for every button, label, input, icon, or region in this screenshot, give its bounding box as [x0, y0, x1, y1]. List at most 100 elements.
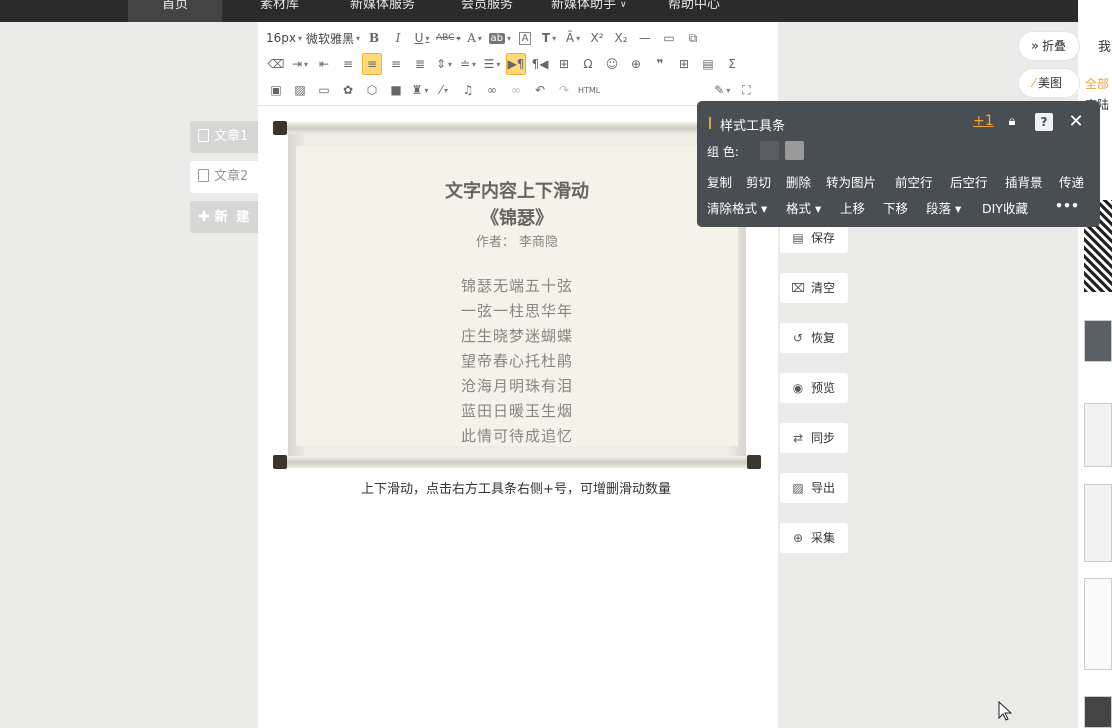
fold-button[interactable]: » 折叠 — [1018, 31, 1080, 61]
stamp-icon[interactable]: ♜ ▾ — [410, 79, 430, 101]
template-thumbnail[interactable] — [1084, 578, 1112, 670]
article-tab-1[interactable]: 文章1 — [190, 121, 258, 153]
move-down-action[interactable]: 下移 — [883, 198, 908, 217]
quote-icon[interactable]: ❞ — [650, 53, 670, 75]
outdent-icon[interactable]: ⇤ — [314, 53, 334, 75]
music-icon[interactable]: ♫ — [458, 79, 478, 101]
align-right-icon[interactable]: ≡ — [386, 53, 406, 75]
search-icon[interactable]: ⊕ — [626, 53, 646, 75]
image-icon[interactable]: ▣ — [266, 79, 286, 101]
emoji-icon[interactable]: ☺ — [602, 53, 622, 75]
nav-material-library[interactable]: 素材库 — [260, 0, 299, 22]
copy-action[interactable]: 复制 — [707, 172, 732, 191]
collect-button[interactable]: ⊕ 采集 — [780, 523, 848, 553]
text-box-icon[interactable]: A — [515, 27, 535, 49]
more-icon[interactable]: ••• — [1055, 198, 1079, 213]
text-size-icon[interactable]: T ▾ — [539, 27, 559, 49]
paragraph-dropdown[interactable]: 段落 ▾ — [926, 198, 961, 217]
link-icon[interactable]: ∞ — [482, 79, 502, 101]
insert-background-action[interactable]: 插背景 — [1005, 172, 1043, 191]
paragraph-spacing-icon[interactable]: ≐ ▾ — [458, 53, 478, 75]
subscript-icon[interactable]: X₂ — [611, 27, 631, 49]
preview-button[interactable]: ◉ 预览 — [780, 373, 848, 403]
palette-icon[interactable]: ✿ — [338, 79, 358, 101]
table-icon[interactable]: ⊞ — [674, 53, 694, 75]
align-center-icon[interactable]: ≡ — [362, 53, 382, 75]
highlight-icon[interactable]: ab ▾ — [488, 27, 511, 49]
fullscreen-icon[interactable]: ⧉ — [683, 27, 703, 49]
nav-home[interactable]: 首页 — [128, 0, 222, 22]
blank-line-after-action[interactable]: 后空行 — [950, 172, 988, 191]
nav-new-media-service[interactable]: 新媒体服务 — [350, 0, 415, 22]
html-source-icon[interactable]: HTML — [578, 79, 600, 101]
italic-icon[interactable]: I — [388, 27, 408, 49]
map-icon[interactable]: ⬡ — [362, 79, 382, 101]
undo-icon[interactable]: ↶ — [530, 79, 550, 101]
indent-icon[interactable]: ⇥ ▾ — [290, 53, 310, 75]
bold-icon[interactable]: B — [364, 27, 384, 49]
poem-author: 作者： 李商隐 — [475, 235, 559, 250]
save-button[interactable]: ▤ 保存 — [780, 223, 848, 253]
font-size-select[interactable]: 16px ▾ — [266, 27, 302, 49]
export-button[interactable]: ▨ 导出 — [780, 473, 848, 503]
align-left-icon[interactable]: ≡ — [338, 53, 358, 75]
list-icon[interactable]: ☰ ▾ — [482, 53, 502, 75]
template-thumbnail[interactable] — [1084, 403, 1112, 467]
template-thumbnail[interactable] — [1084, 484, 1112, 562]
template-thumbnail[interactable] — [1084, 696, 1112, 728]
nav-member-service[interactable]: 会员服务 — [461, 0, 513, 22]
scroll-painting[interactable]: 文字内容上下滑动 《锦瑟》 作者： 李商隐 锦瑟无端五十弦 一弦一柱思华年 庄生… — [273, 121, 761, 472]
clear-format-dropdown[interactable]: 清除格式 ▾ — [707, 198, 767, 217]
strikethrough-icon[interactable]: ABC ▾ — [436, 27, 460, 49]
frame-icon[interactable]: ▭ — [314, 79, 334, 101]
formula-icon[interactable]: Σ — [722, 53, 742, 75]
text-direction-ltr-icon[interactable]: ▶¶ — [506, 53, 526, 75]
move-up-action[interactable]: 上移 — [840, 198, 865, 217]
font-color-icon[interactable]: A ▾ — [465, 27, 485, 49]
format-dropdown[interactable]: 格式 ▾ — [786, 198, 821, 217]
align-justify-icon[interactable]: ≣ — [410, 53, 430, 75]
clear-button[interactable]: ⌧ 清空 — [780, 273, 848, 303]
letter-spacing-icon[interactable]: Ā ▾ — [563, 27, 583, 49]
format-painter-icon[interactable]: ⊞ — [554, 53, 574, 75]
unlink-icon[interactable]: ∞ — [506, 79, 526, 101]
nav-new-media-assistant[interactable]: 新媒体助手 — [551, 0, 616, 22]
meitu-button[interactable]: ⁄ 美图 — [1018, 68, 1080, 98]
blank-line-before-action[interactable]: 前空行 — [895, 172, 933, 191]
template-thumbnail[interactable] — [1084, 320, 1112, 362]
eraser-icon[interactable]: ⌫ — [266, 53, 286, 75]
to-image-action[interactable]: 转为图片 — [826, 172, 876, 191]
video-icon[interactable]: ■ — [386, 79, 406, 101]
help-button[interactable]: ? — [1035, 113, 1053, 131]
multi-image-icon[interactable]: ▨ — [290, 79, 310, 101]
redo-icon[interactable]: ↷ — [554, 79, 574, 101]
delete-action[interactable]: 删除 — [786, 172, 811, 191]
nav-help-center[interactable]: 帮助中心 — [668, 0, 720, 22]
horizontal-rule-icon[interactable]: — — [635, 27, 655, 49]
close-icon[interactable]: ✕ — [1067, 113, 1085, 131]
template-icon[interactable]: ✎ ▾ — [712, 79, 732, 101]
color-swatch-2[interactable] — [785, 141, 804, 160]
restore-button[interactable]: ↺ 恢复 — [780, 323, 848, 353]
superscript-icon[interactable]: X² — [587, 27, 607, 49]
add-slide-button[interactable]: +1 — [973, 113, 994, 129]
paste-icon[interactable]: ▤ — [698, 53, 718, 75]
cut-action[interactable]: 剪切 — [746, 172, 771, 191]
color-swatch-1[interactable] — [760, 141, 779, 160]
font-family-select[interactable]: 微软雅黑 ▾ — [306, 27, 360, 49]
right-panel-all-tab[interactable]: 全部 — [1085, 75, 1109, 92]
line-height-icon[interactable]: ⇕ ▾ — [434, 53, 454, 75]
scroll-content[interactable]: 文字内容上下滑动 《锦瑟》 作者： 李商隐 锦瑟无端五十弦 一弦一柱思华年 庄生… — [296, 146, 738, 446]
magic-wand-icon[interactable]: ⁄ ▾ — [434, 79, 454, 101]
page-icon[interactable]: ▭ — [659, 27, 679, 49]
sync-button[interactable]: ⇄ 同步 — [780, 423, 848, 453]
underline-icon[interactable]: U ▾ — [412, 27, 432, 49]
new-article-button[interactable]: ✚ 新 建 — [190, 201, 258, 233]
diy-favorite-action[interactable]: DIY收藏 — [982, 198, 1028, 217]
article-tab-2[interactable]: 文章2 — [190, 161, 258, 193]
lock-icon[interactable]: 🔒︎ — [1003, 113, 1021, 131]
screen-fit-icon[interactable]: ⛶ — [736, 79, 756, 101]
pass-action[interactable]: 传递 — [1059, 172, 1084, 191]
special-char-icon[interactable]: Ω — [578, 53, 598, 75]
text-direction-rtl-icon[interactable]: ¶◀ — [530, 53, 550, 75]
